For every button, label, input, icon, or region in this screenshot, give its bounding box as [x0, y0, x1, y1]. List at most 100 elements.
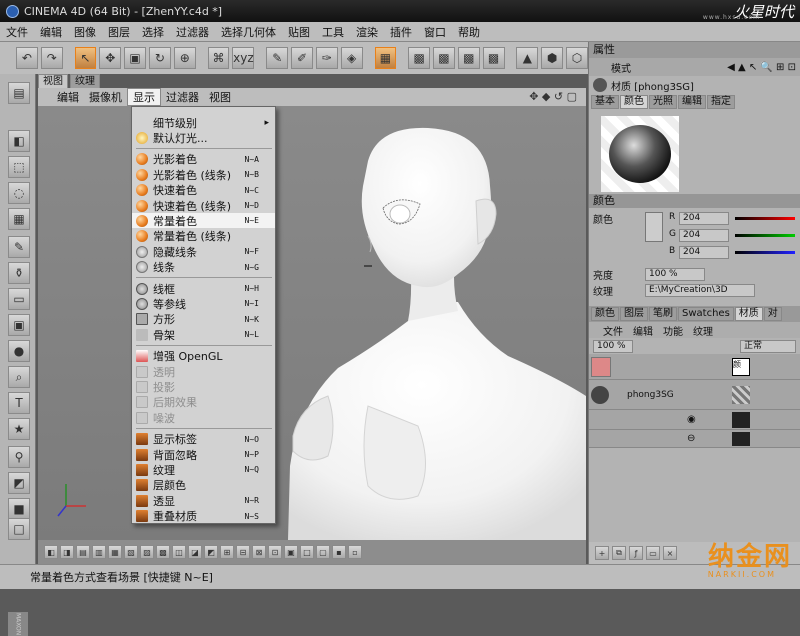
display-menu-item[interactable]: 快速着色 (线条) N~D	[132, 198, 275, 213]
display-menu-item[interactable]: 线条 N~G	[132, 260, 275, 275]
menu-render[interactable]: 渲染	[350, 24, 384, 40]
display-menu-item[interactable]: 方形 N~K	[132, 312, 275, 327]
coordinates-icon[interactable]: xyz	[232, 47, 255, 69]
paint-brush-icon[interactable]: ✎	[266, 47, 289, 69]
magnet-icon[interactable]: ⌘	[207, 47, 230, 69]
bottom-tool-3-icon[interactable]: ▤	[76, 545, 90, 559]
grid-icon[interactable]: ▦	[8, 208, 30, 230]
tab-more[interactable]: 对	[763, 307, 782, 321]
tab-basic[interactable]: 基本	[591, 95, 619, 109]
r-value-field[interactable]: 204	[679, 212, 729, 225]
move-icon[interactable]: ✥	[99, 47, 122, 69]
menu-file[interactable]: 文件	[0, 24, 34, 40]
axis-icon[interactable]: ⊕	[173, 47, 196, 69]
bottom-tool-14-icon[interactable]: ⊠	[252, 545, 266, 559]
point-icon[interactable]: ⬢	[541, 47, 564, 69]
bottom-tool-19-icon[interactable]: ▪	[332, 545, 346, 559]
layers-menu-file[interactable]: 文件	[603, 323, 623, 338]
display-menu-item[interactable]: 光影着色 N~A	[132, 152, 275, 167]
star-icon[interactable]: ★	[8, 418, 30, 440]
color-swap-icon[interactable]: ◩	[8, 472, 30, 494]
display-menu-item[interactable]: 纹理 N~Q	[132, 462, 275, 477]
display-menu-item[interactable]: 层颜色	[132, 478, 275, 493]
display-menu-item[interactable]: 透显 N~R	[132, 493, 275, 508]
display-menu-item[interactable]: 显示标签 N~O	[132, 432, 275, 447]
bottom-tool-15-icon[interactable]: ⊡	[268, 545, 282, 559]
bottom-tool-8-icon[interactable]: ▩	[156, 545, 170, 559]
texture-path-field[interactable]: E:\MyCreation\3D	[645, 283, 755, 297]
scale-icon[interactable]: ▣	[124, 47, 146, 69]
bottom-tool-12-icon[interactable]: ⊞	[220, 545, 234, 559]
layers-menu-function[interactable]: 功能	[663, 323, 683, 338]
bottom-tool-20-icon[interactable]: ▫	[348, 545, 362, 559]
drop-icon[interactable]: ●	[8, 340, 30, 362]
viewport-menu-display[interactable]: 显示	[127, 88, 161, 106]
menu-tools[interactable]: 工具	[316, 24, 350, 40]
layer-row-2[interactable]: phong3SG	[589, 380, 800, 410]
menu-filter[interactable]: 过滤器	[170, 24, 215, 40]
bottom-tool-10-icon[interactable]: ◪	[188, 545, 202, 559]
tab-colors[interactable]: 颜色	[591, 307, 619, 321]
display-menu-item[interactable]: 等参线 N~I	[132, 296, 275, 311]
link-icon[interactable]: ⊖	[687, 433, 695, 444]
lasso-icon[interactable]: ◌	[8, 182, 30, 204]
tab-texture[interactable]: 纹理	[70, 74, 100, 88]
display-menu-item[interactable]: 隐藏线条 N~F	[132, 244, 275, 259]
bottom-tool-18-icon[interactable]: ▢	[316, 545, 330, 559]
menu-texture[interactable]: 贴图	[282, 24, 316, 40]
display-menu-item[interactable]: 线框 N~H	[132, 281, 275, 296]
display-menu-item[interactable]: 光影着色 (线条) N~B	[132, 167, 275, 182]
opacity-field[interactable]: 100 %	[593, 339, 633, 353]
tab-brush[interactable]: 笔刷	[649, 307, 677, 321]
tab-view[interactable]: 视图	[38, 74, 68, 88]
layers-menu-texture[interactable]: 纹理	[693, 323, 713, 338]
checker-icon-1[interactable]: ▩	[408, 47, 431, 69]
redo-icon[interactable]: ↷	[40, 47, 63, 69]
bottom-tool-2-icon[interactable]: ◨	[60, 545, 74, 559]
bottom-tool-1-icon[interactable]: ◧	[44, 545, 58, 559]
tab-swatches[interactable]: Swatches	[678, 307, 734, 321]
bottom-tool-11-icon[interactable]: ◩	[204, 545, 218, 559]
viewport-menu-view[interactable]: 视图	[204, 89, 236, 105]
mode-nav-icons[interactable]: ◀ ▲ ↖ 🔍 ⊞ ⊡	[727, 62, 796, 73]
model-icon[interactable]: ◧	[8, 130, 30, 152]
bottom-tool-9-icon[interactable]: ◫	[172, 545, 186, 559]
rotate-icon[interactable]: ↻	[149, 47, 171, 69]
checker-icon-2[interactable]: ▩	[433, 47, 455, 69]
r-slider[interactable]	[735, 217, 795, 220]
tab-assign[interactable]: 指定	[707, 95, 735, 109]
bottom-tool-6-icon[interactable]: ▧	[124, 545, 138, 559]
layer-dup-icon[interactable]: ⧉	[612, 546, 626, 560]
display-menu-item[interactable]: 默认灯光...	[132, 130, 275, 145]
brightness-field[interactable]: 100 %	[645, 267, 705, 281]
tab-materials[interactable]: 材质	[734, 307, 763, 321]
menu-edit[interactable]: 编辑	[34, 24, 68, 40]
layer-row-3[interactable]: ◉	[589, 410, 800, 430]
display-menu-item[interactable]: 快速着色 N~C	[132, 183, 275, 198]
menu-window[interactable]: 窗口	[418, 24, 452, 40]
render-view-icon[interactable]: ▦	[374, 47, 397, 69]
color-swatch[interactable]	[645, 212, 663, 242]
bottom-tool-16-icon[interactable]: ▣	[284, 545, 298, 559]
eyedropper-icon[interactable]: ⚲	[8, 446, 30, 468]
menu-help[interactable]: 帮助	[452, 24, 486, 40]
paint-2d-icon[interactable]: ✐	[291, 47, 313, 69]
b-value-field[interactable]: 204	[679, 246, 729, 259]
tab-layers[interactable]: 图层	[620, 307, 648, 321]
g-slider[interactable]	[735, 234, 795, 237]
layout-icon[interactable]: ▤	[8, 82, 30, 104]
layer-fx-icon[interactable]: ƒ	[629, 546, 643, 560]
tab-editor[interactable]: 编辑	[678, 95, 706, 109]
fill-icon[interactable]: ▣	[8, 314, 30, 336]
display-menu-item[interactable]: 重叠材质 N~S	[132, 509, 275, 524]
paint-3d-icon[interactable]: ✑	[315, 47, 338, 69]
polygon-icon[interactable]: ▲	[516, 47, 539, 69]
3d-viewport[interactable]	[38, 106, 586, 540]
undo-icon[interactable]: ↶	[16, 47, 38, 69]
display-menu-item[interactable]: 常量着色 N~E	[132, 213, 275, 229]
layer-row-1[interactable]: 颜	[589, 354, 800, 380]
layer-row-4[interactable]: ⊖	[589, 430, 800, 448]
display-menu-item[interactable]: 细节级别 ▸	[132, 115, 275, 130]
stamp-icon[interactable]: ⚱	[8, 262, 30, 284]
tab-illumination[interactable]: 光照	[649, 95, 677, 109]
